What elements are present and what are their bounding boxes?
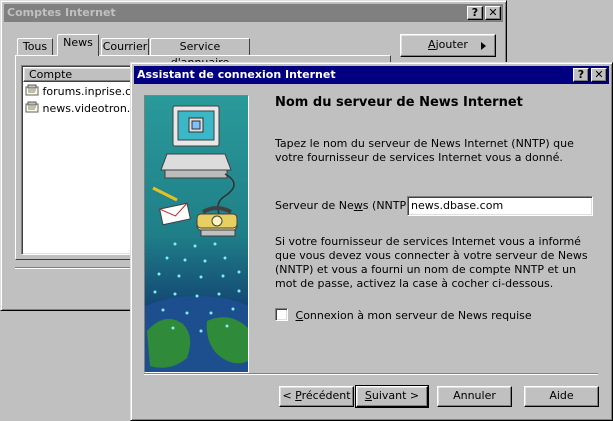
add-button[interactable]: Ajouter [400, 34, 496, 57]
close-icon[interactable]: ✕ [485, 6, 501, 20]
login-required-checkbox-row[interactable]: Connexion à mon serveur de News requise [275, 308, 532, 322]
arrow-right-icon [481, 42, 486, 50]
auth-info-text: Si votre fournisseur de services Interne… [275, 235, 588, 290]
login-required-checkbox[interactable] [275, 308, 288, 321]
news-server-input[interactable]: news.dbase.com [407, 196, 593, 216]
page-title: Nom du serveur de News Internet [275, 95, 523, 110]
wizard-title: Assistant de connexion Internet [137, 68, 336, 81]
server-label: Serveur de News (NNTP) : [275, 199, 418, 212]
accounts-list[interactable]: Compte forums.inprise.com news.videotron… [21, 65, 149, 255]
tab-tous[interactable]: Tous [17, 38, 53, 56]
button-separator [144, 373, 598, 375]
tab-news[interactable]: News [57, 34, 99, 56]
close-icon[interactable]: ✕ [591, 68, 607, 82]
help-text-button[interactable]: Aide [524, 386, 599, 407]
next-button[interactable]: Suivant > [355, 385, 429, 408]
intro-text: Tapez le nom du serveur de News Internet… [275, 137, 574, 164]
accounts-window-titlebar[interactable]: Comptes Internet ? ✕ [4, 4, 503, 22]
tab-courrier[interactable]: Courrier [101, 38, 149, 56]
wizard-titlebar[interactable]: Assistant de connexion Internet ? ✕ [134, 66, 609, 84]
connection-wizard-window: Assistant de connexion Internet ? ✕ Nom … [130, 62, 613, 421]
wizard-illustration [144, 95, 249, 373]
accounts-window-title: Comptes Internet [7, 6, 116, 19]
help-button[interactable]: ? [573, 68, 589, 82]
list-header-compte[interactable]: Compte [23, 67, 139, 82]
news-server-icon [25, 101, 39, 114]
cancel-button[interactable]: Annuler [437, 386, 512, 407]
computer-phone-globe-icon [145, 96, 248, 372]
news-server-icon [25, 84, 39, 97]
list-item[interactable]: news.videotron.ca [25, 101, 143, 117]
help-button[interactable]: ? [467, 6, 483, 20]
back-button[interactable]: < Précédent [279, 386, 354, 407]
tab-service-annuaire[interactable]: Service d'annuaire [150, 38, 250, 69]
